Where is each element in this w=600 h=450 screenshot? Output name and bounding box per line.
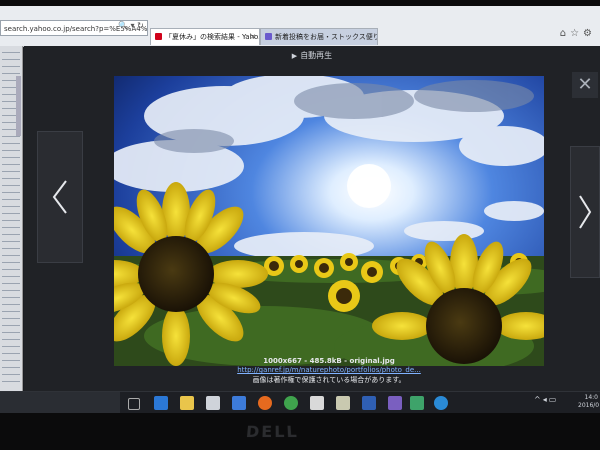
- slideshow-button[interactable]: ▶ 自動再生: [24, 50, 600, 61]
- tab-label: 新着投稿をお届・ストックス便り...: [275, 33, 378, 41]
- word-icon[interactable]: [362, 396, 376, 410]
- play-icon: ▶: [291, 52, 298, 60]
- tab-stocks-news[interactable]: 新着投稿をお届・ストックス便り...: [260, 28, 378, 45]
- browser-chrome-icons: ⌂☆⚙: [560, 28, 596, 39]
- photos-icon[interactable]: [336, 396, 350, 410]
- image-source-link[interactable]: http://ganref.jp/m/naturephoto/portfolio…: [114, 366, 544, 374]
- taskbar-search-box[interactable]: [0, 392, 120, 413]
- image-viewer-overlay: ▶ 自動再生 ✕ 1000x667 - 485.8kB - original.j…: [24, 46, 600, 391]
- settings-gear-icon[interactable]: ⚙: [583, 28, 596, 39]
- windows-taskbar: ^◂▭ 14:0 2016/0: [0, 391, 600, 413]
- sunflower-field-image: [114, 76, 544, 366]
- yahoo-favicon-icon: [155, 33, 162, 40]
- close-icon: ✕: [577, 74, 593, 95]
- close-tab-icon[interactable]: ✕: [250, 29, 256, 45]
- people-icon[interactable]: [388, 396, 402, 410]
- store-icon[interactable]: [206, 396, 220, 410]
- clock-time: 14:0: [584, 394, 598, 401]
- task-view-icon[interactable]: [128, 398, 140, 410]
- mail-icon[interactable]: [232, 396, 246, 410]
- chevron-left-icon: [52, 180, 67, 214]
- dropdown-icon[interactable]: ▾: [131, 21, 135, 30]
- tab-label: 「夏休み」の検索結果 - Yaho...: [165, 33, 260, 41]
- refresh-icon[interactable]: ↻: [137, 21, 144, 30]
- next-image-button[interactable]: [570, 146, 600, 278]
- sunflower-photo[interactable]: [114, 76, 544, 366]
- dell-logo: DELL: [245, 422, 300, 442]
- search-icon[interactable]: 🔍: [118, 21, 128, 30]
- chevron-up-icon[interactable]: ^: [534, 395, 543, 404]
- taskbar-clock[interactable]: 14:0 2016/0: [578, 394, 600, 410]
- screen: search.yahoo.co.jp/search?p=%E5%A4%8F%E4…: [0, 6, 600, 413]
- browser-toolbar: search.yahoo.co.jp/search?p=%E5%A4%8F%E4…: [0, 6, 600, 47]
- favorites-star-icon[interactable]: ☆: [570, 28, 583, 39]
- file-explorer-icon[interactable]: [180, 396, 194, 410]
- home-icon[interactable]: ⌂: [560, 28, 570, 39]
- close-viewer-button[interactable]: ✕: [572, 72, 598, 98]
- ie-icon[interactable]: [434, 396, 448, 410]
- edge-icon[interactable]: [154, 396, 168, 410]
- app-icon[interactable]: [310, 396, 324, 410]
- slideshow-label: 自動再生: [300, 51, 333, 60]
- previous-image-button[interactable]: [37, 131, 83, 263]
- network-icon[interactable]: ▭: [549, 395, 559, 404]
- copyright-note: 画像は著作権で保護されている場合があります。: [252, 376, 406, 384]
- app-green-icon[interactable]: [410, 396, 424, 410]
- clock-date: 2016/0: [578, 402, 600, 409]
- system-tray: ^◂▭: [534, 395, 558, 404]
- chevron-right-icon: [579, 195, 592, 229]
- page-scrollbar[interactable]: [16, 76, 21, 136]
- chrome-icon[interactable]: [284, 396, 298, 410]
- image-dimensions: 1000x667 - 485.8kB - original.jpg: [263, 357, 395, 365]
- tab-yahoo-search[interactable]: 「夏休み」の検索結果 - Yaho... ✕: [150, 28, 260, 45]
- page-left-panel: [0, 46, 23, 391]
- address-bar-icons: 🔍 ▾ ↻: [118, 21, 144, 30]
- site-favicon-icon: [265, 33, 272, 40]
- firefox-icon[interactable]: [258, 396, 272, 410]
